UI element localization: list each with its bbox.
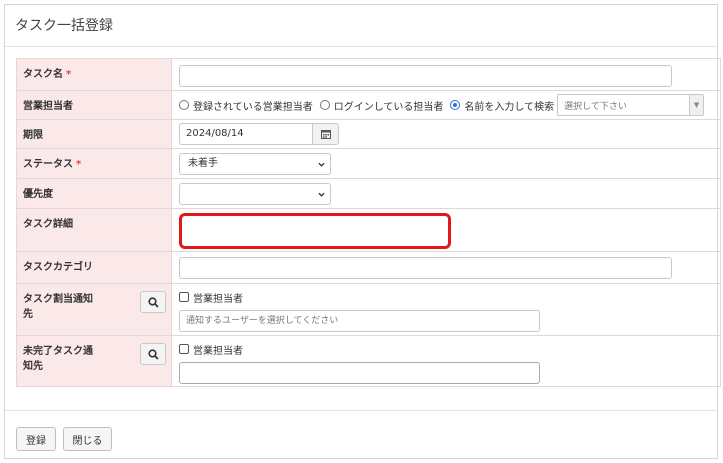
incomplete-notify-cell: 営業担当者 xyxy=(171,335,721,387)
row-task-category: タスクカテゴリ xyxy=(16,251,721,284)
task-notify-owner-checkbox[interactable]: 営業担当者 xyxy=(179,290,720,305)
bulk-task-panel: タスク一括登録 タスク名 * 営業担当者 登録されている営業担当者 ログインして… xyxy=(4,4,721,459)
task-notify-cell: 営業担当者 通知するユーザーを選択してください xyxy=(171,283,721,336)
search-icon xyxy=(147,296,159,308)
checkbox[interactable] xyxy=(179,344,189,354)
owner-search-combo[interactable]: 選択して下さい ▼ xyxy=(557,94,705,116)
task-notify-label: タスク割当通知 先 xyxy=(16,283,172,336)
task-form-table: タスク名 * 営業担当者 登録されている営業担当者 ログインしている担当者 名前… xyxy=(16,58,721,387)
row-task-detail: タスク詳細 xyxy=(16,208,721,252)
row-status: ステータス * 未着手 xyxy=(16,148,721,179)
calendar-button[interactable] xyxy=(312,123,339,145)
checkbox-label: 営業担当者 xyxy=(193,345,243,357)
incomplete-notify-owner-checkbox[interactable]: 営業担当者 xyxy=(179,342,720,357)
deadline-input[interactable]: 2024/08/14 xyxy=(179,123,312,145)
priority-label: 優先度 xyxy=(16,178,172,209)
radio-button-checked[interactable] xyxy=(450,100,461,110)
deadline-date-group: 2024/08/14 xyxy=(179,123,339,145)
radio-button[interactable] xyxy=(179,100,189,110)
task-notify-user-input[interactable]: 通知するユーザーを選択してください xyxy=(179,310,540,332)
panel-title: タスク一括登録 xyxy=(5,5,717,47)
incomplete-notify-search-button[interactable] xyxy=(140,343,166,365)
status-cell: 未着手 xyxy=(171,148,721,179)
chevron-down-icon xyxy=(318,192,325,197)
status-label: ステータス * xyxy=(16,148,172,179)
deadline-label: 期限 xyxy=(16,119,172,149)
close-button[interactable]: 閉じる xyxy=(63,427,112,451)
priority-select[interactable] xyxy=(179,183,331,205)
task-category-input[interactable] xyxy=(179,257,672,279)
radio-label: 名前を入力して検索 xyxy=(464,101,555,113)
radio-logged-in-owner[interactable]: ログインしている担当者 xyxy=(319,98,444,113)
row-deadline: 期限 2024/08/14 xyxy=(16,119,721,149)
task-notify-search-button[interactable] xyxy=(140,291,166,313)
row-task-name: タスク名 * xyxy=(16,58,721,91)
priority-cell xyxy=(171,178,721,209)
task-name-label-text: タスク名 xyxy=(23,69,63,80)
footer-bar: 登録 閉じる xyxy=(5,410,717,459)
row-sales-owner: 営業担当者 登録されている営業担当者 ログインしている担当者 名前を入力して検索… xyxy=(16,90,721,120)
task-form: タスク名 * 営業担当者 登録されている営業担当者 ログインしている担当者 名前… xyxy=(16,58,721,387)
checkbox-label: 営業担当者 xyxy=(193,293,243,305)
register-button[interactable]: 登録 xyxy=(16,427,56,451)
radio-button[interactable] xyxy=(319,100,330,110)
search-icon xyxy=(147,348,159,360)
required-mark: * xyxy=(66,69,72,80)
task-name-label: タスク名 * xyxy=(16,58,172,91)
radio-registered-owner[interactable]: 登録されている営業担当者 xyxy=(179,98,313,113)
task-detail-label: タスク詳細 xyxy=(16,208,172,252)
required-mark: * xyxy=(76,159,82,170)
status-select[interactable]: 未着手 xyxy=(179,153,331,175)
deadline-cell: 2024/08/14 xyxy=(171,119,721,149)
task-name-cell xyxy=(171,58,721,91)
task-name-input[interactable] xyxy=(179,65,672,87)
status-select-value: 未着手 xyxy=(188,158,218,169)
calendar-icon xyxy=(320,130,331,139)
radio-label: ログインしている担当者 xyxy=(333,101,444,113)
task-detail-cell xyxy=(171,208,721,252)
sales-owner-radios: 登録されている営業担当者 ログインしている担当者 名前を入力して検索 選択して下… xyxy=(179,94,720,116)
row-priority: 優先度 xyxy=(16,178,721,209)
task-detail-textarea[interactable] xyxy=(179,213,451,249)
incomplete-notify-label: 未完了タスク通 知先 xyxy=(16,335,172,387)
status-label-text: ステータス xyxy=(23,159,73,170)
owner-combo-placeholder: 選択して下さい xyxy=(564,101,627,112)
task-category-cell xyxy=(171,251,721,284)
sales-owner-label: 営業担当者 xyxy=(16,90,172,120)
task-category-label: タスクカテゴリ xyxy=(16,251,172,284)
row-incomplete-notify: 未完了タスク通 知先 営業担当者 xyxy=(16,335,721,387)
checkbox[interactable] xyxy=(179,292,189,302)
row-task-notify: タスク割当通知 先 営業担当者 通知するユーザーを選択してください xyxy=(16,283,721,336)
radio-search-by-name[interactable]: 名前を入力して検索 xyxy=(450,98,554,113)
sales-owner-cell: 登録されている営業担当者 ログインしている担当者 名前を入力して検索 選択して下… xyxy=(171,90,721,120)
combo-arrow-icon[interactable]: ▼ xyxy=(689,95,704,115)
incomplete-notify-user-input[interactable] xyxy=(179,362,540,384)
radio-label: 登録されている営業担当者 xyxy=(193,101,313,113)
chevron-down-icon xyxy=(318,162,325,167)
